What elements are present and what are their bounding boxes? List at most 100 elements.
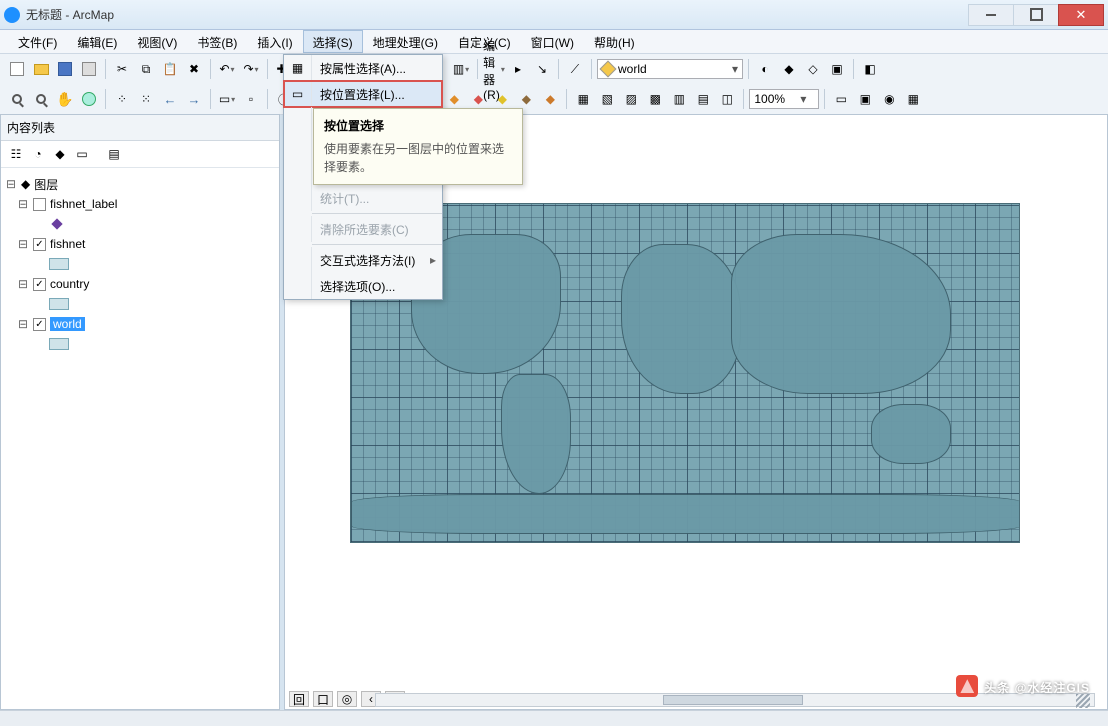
label-tool-2[interactable]: ◆: [443, 88, 465, 110]
time-slider-button[interactable]: ◐: [754, 58, 776, 80]
menu-item-0[interactable]: ▦按属性选择(A)...: [284, 55, 442, 81]
editor-tool-2[interactable]: ↘: [531, 58, 553, 80]
copy-button[interactable]: ⧉: [135, 58, 157, 80]
layer-checkbox[interactable]: [33, 278, 46, 291]
menu-6[interactable]: 地理处理(G): [363, 30, 448, 53]
misc-tool-4[interactable]: ▦: [902, 88, 924, 110]
menu-8[interactable]: 窗口(W): [521, 30, 584, 53]
map-tab-0[interactable]: 回: [289, 691, 309, 707]
tool-a[interactable]: ◆: [778, 58, 800, 80]
toc-list-by-drawing-icon[interactable]: ☷: [7, 145, 25, 163]
menu-item-1[interactable]: ▭按位置选择(L)...: [284, 81, 442, 107]
georef-2[interactable]: ▧: [596, 88, 618, 110]
georef-4[interactable]: ▩: [644, 88, 666, 110]
georef-5[interactable]: ▥: [668, 88, 690, 110]
menu-2[interactable]: 视图(V): [127, 30, 187, 53]
print-button[interactable]: [78, 58, 100, 80]
delete-button[interactable]: ✖: [183, 58, 205, 80]
clear-selection-button[interactable]: ▫: [240, 88, 262, 110]
toc-options-icon[interactable]: ▤: [105, 145, 123, 163]
maximize-button[interactable]: [1013, 4, 1059, 26]
map-canvas[interactable]: [350, 203, 1020, 543]
map-tab-2[interactable]: ◎: [337, 691, 357, 707]
layer-combo-input[interactable]: [618, 62, 728, 76]
fixed-zoom-out[interactable]: ⁙: [135, 88, 157, 110]
toc-list-by-selection-icon[interactable]: ▭: [73, 145, 91, 163]
georef-7[interactable]: ◫: [716, 88, 738, 110]
next-extent-button[interactable]: →: [183, 88, 205, 110]
label-tool-4[interactable]: ◆: [491, 88, 513, 110]
zoom-in-button[interactable]: [6, 88, 28, 110]
toolbar-standard: ✂ ⧉ 📋 ✖ ↶ ↷ ✚ ▦ ▭ ☰ ▤ 🔍 ▢ ▥ 编辑器(R) ▸ ↘ ⟋…: [0, 54, 1108, 84]
menu-item-label: 选择选项(O)...: [312, 278, 442, 295]
prev-extent-button[interactable]: ←: [159, 88, 181, 110]
new-doc-button[interactable]: [6, 58, 28, 80]
fixed-zoom-in[interactable]: ⁘: [111, 88, 133, 110]
layer-label: country: [50, 277, 89, 291]
layer-row-fishnet[interactable]: ⊟fishnet: [5, 234, 275, 254]
editor-menu[interactable]: 编辑器(R): [483, 58, 505, 80]
full-extent-button[interactable]: [78, 88, 100, 110]
misc-tool-2[interactable]: ▣: [854, 88, 876, 110]
toc-list-by-source-icon[interactable]: ◔: [29, 145, 47, 163]
redo-button[interactable]: ↷: [240, 58, 262, 80]
menu-item-9[interactable]: 交互式选择方法(I): [284, 247, 442, 273]
select-features-button[interactable]: ▭: [216, 88, 238, 110]
label-tool-3[interactable]: ◆: [467, 88, 489, 110]
label-tool-5[interactable]: ◆: [515, 88, 537, 110]
layer-row-fishnet_label[interactable]: ⊟fishnet_label: [5, 194, 275, 214]
watermark: 头条 @水经注GIS: [956, 672, 1090, 698]
paste-button[interactable]: 📋: [159, 58, 181, 80]
cut-button[interactable]: ✂: [111, 58, 133, 80]
editor-tool-3[interactable]: ⟋: [564, 58, 586, 80]
blank-icon: [284, 159, 312, 185]
zoom-input[interactable]: [754, 92, 800, 106]
menu-item-label: 清除所选要素(C): [312, 221, 442, 238]
zoom-out-button[interactable]: [30, 88, 52, 110]
save-button[interactable]: [54, 58, 76, 80]
tool-b[interactable]: ◇: [802, 58, 824, 80]
layer-swatch-icon: [600, 61, 617, 78]
georef-3[interactable]: ▨: [620, 88, 642, 110]
pan-button[interactable]: ✋: [54, 88, 76, 110]
label-tool-6[interactable]: ◆: [539, 88, 561, 110]
layer-label: fishnet_label: [50, 197, 117, 211]
map-tab-1[interactable]: 口: [313, 691, 333, 707]
minimize-button[interactable]: [968, 4, 1014, 26]
undo-button[interactable]: ↶: [216, 58, 238, 80]
misc-tool-1[interactable]: ▭: [830, 88, 852, 110]
layer-row-world[interactable]: ⊟world: [5, 314, 275, 334]
toolbars: ✂ ⧉ 📋 ✖ ↶ ↷ ✚ ▦ ▭ ☰ ▤ 🔍 ▢ ▥ 编辑器(R) ▸ ↘ ⟋…: [0, 54, 1108, 115]
table-icon: ▦: [284, 55, 312, 81]
editor-tool-1[interactable]: ▸: [507, 58, 529, 80]
toolbox-button[interactable]: ▥: [450, 58, 472, 80]
layer-combo[interactable]: ▾: [597, 59, 743, 79]
menu-1[interactable]: 编辑(E): [67, 30, 127, 53]
blank-icon: [284, 247, 312, 273]
tree-root[interactable]: ⊟ ◆ 图层: [5, 174, 275, 194]
layer-row-country[interactable]: ⊟country: [5, 274, 275, 294]
misc-tool-3[interactable]: ◉: [878, 88, 900, 110]
menu-9[interactable]: 帮助(H): [584, 30, 645, 53]
window-title: 无标题 - ArcMap: [26, 6, 969, 23]
tool-c[interactable]: ▣: [826, 58, 848, 80]
tool-d[interactable]: ◧: [859, 58, 881, 80]
tooltip-body: 使用要素在另一图层中的位置来选择要素。: [324, 140, 512, 176]
close-button[interactable]: [1058, 4, 1104, 26]
menu-0[interactable]: 文件(F): [8, 30, 67, 53]
menu-5[interactable]: 选择(S): [303, 30, 363, 53]
watermark-icon: [956, 675, 978, 697]
zoom-combo[interactable]: ▾: [749, 89, 819, 109]
menu-4[interactable]: 插入(I): [247, 30, 302, 53]
open-button[interactable]: [30, 58, 52, 80]
toc-list-by-visibility-icon[interactable]: ◆: [51, 145, 69, 163]
layer-label: fishnet: [50, 237, 85, 251]
layer-checkbox[interactable]: [33, 198, 46, 211]
menu-item-10[interactable]: 选择选项(O)...: [284, 273, 442, 299]
georef-6[interactable]: ▤: [692, 88, 714, 110]
layer-checkbox[interactable]: [33, 238, 46, 251]
layer-checkbox[interactable]: [33, 318, 46, 331]
georef-1[interactable]: ▦: [572, 88, 594, 110]
menu-item-5: 统计(T)...: [284, 185, 442, 211]
menu-3[interactable]: 书签(B): [187, 30, 247, 53]
